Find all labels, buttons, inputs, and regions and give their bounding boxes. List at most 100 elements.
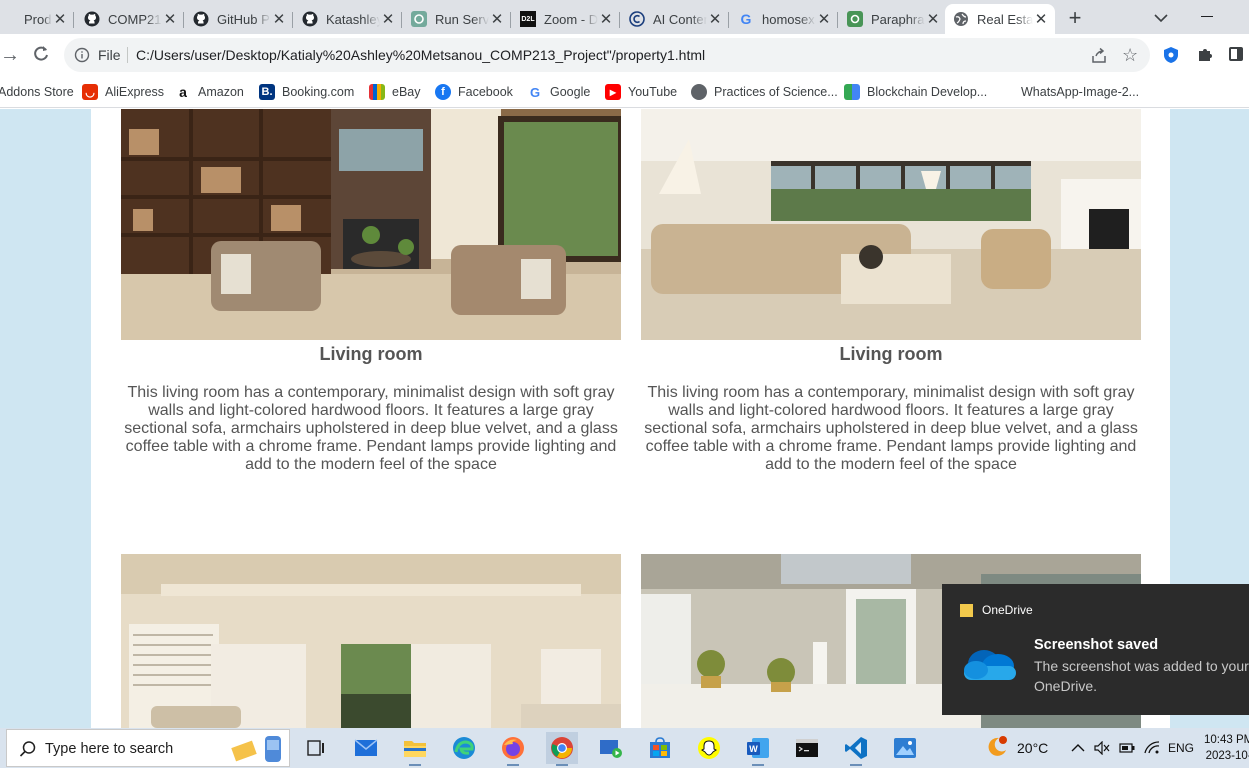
bookmark-youtube[interactable]: ▶ YouTube bbox=[605, 82, 677, 102]
mail-icon[interactable] bbox=[350, 732, 382, 764]
input-language[interactable]: ENG bbox=[1168, 728, 1194, 768]
close-icon[interactable]: ✕ bbox=[380, 10, 396, 28]
tab-ai-content[interactable]: AI Content ✕ bbox=[621, 4, 729, 34]
reload-icon[interactable] bbox=[30, 43, 52, 65]
weather-moon-icon bbox=[985, 735, 1009, 762]
close-icon[interactable]: ✕ bbox=[1033, 10, 1049, 28]
bookmark-whatsapp-image[interactable]: WhatsApp-Image-2... bbox=[1021, 82, 1139, 102]
file-explorer-icon[interactable] bbox=[399, 732, 431, 766]
close-icon[interactable]: ✕ bbox=[707, 10, 723, 28]
bookmark-facebook[interactable]: f Facebook bbox=[435, 82, 513, 102]
extension-shield-icon[interactable] bbox=[1163, 46, 1179, 64]
github-icon bbox=[302, 11, 318, 27]
bookmark-booking[interactable]: B. Booking.com bbox=[259, 82, 354, 102]
bookmark-google[interactable]: G Google bbox=[527, 82, 590, 102]
close-icon[interactable]: ✕ bbox=[489, 10, 505, 28]
aliexpress-icon: ◡ bbox=[82, 84, 98, 100]
bookmark-practices-of-science[interactable]: Practices of Science... bbox=[691, 82, 838, 102]
weather-widget[interactable]: 20°C bbox=[985, 728, 1048, 768]
wifi-icon[interactable] bbox=[1144, 728, 1160, 768]
notification-body: The screenshot was added to your OneDriv… bbox=[1034, 658, 1249, 694]
tab-run-service[interactable]: Run Service ✕ bbox=[403, 4, 511, 34]
battery-icon[interactable] bbox=[1119, 728, 1135, 768]
vscode-icon[interactable] bbox=[840, 732, 872, 766]
close-icon[interactable]: ✕ bbox=[52, 10, 68, 28]
room-title: Living room bbox=[319, 344, 423, 364]
search-icon bbox=[19, 740, 37, 758]
tab-strip: Products ✕ COMP213 ✕ GitHub Pages ✕ Kata… bbox=[0, 0, 1249, 34]
onedrive-app-icon bbox=[960, 604, 973, 617]
system-clock[interactable]: 10:43 PM 2023-10- bbox=[1204, 732, 1249, 764]
terminal-icon[interactable] bbox=[791, 732, 823, 764]
bookmark-blockchain[interactable]: Blockchain Develop... bbox=[844, 82, 987, 102]
room-description: This living room has a contemporary, min… bbox=[644, 384, 1138, 473]
close-icon[interactable]: ✕ bbox=[598, 10, 614, 28]
address-bar[interactable]: File C:/Users/user/Desktop/Katialy%20Ash… bbox=[64, 38, 1150, 72]
ebay-icon bbox=[369, 84, 385, 100]
firefox-icon[interactable] bbox=[497, 732, 529, 766]
search-placeholder: Type here to search bbox=[45, 741, 174, 757]
onedrive-notification[interactable]: OneDrive Screenshot saved The screenshot… bbox=[942, 584, 1249, 715]
bookmark-addons-store[interactable]: Addons Store bbox=[0, 82, 74, 102]
svg-text:W: W bbox=[749, 744, 758, 754]
back-arrow-icon[interactable]: → bbox=[0, 44, 20, 67]
close-icon[interactable]: ✕ bbox=[271, 10, 287, 28]
tab-products[interactable]: Products ✕ bbox=[0, 4, 74, 34]
close-icon[interactable]: ✕ bbox=[162, 10, 178, 28]
room-description: This living room has a contemporary, min… bbox=[124, 384, 618, 473]
screen-recorder-icon[interactable] bbox=[595, 732, 627, 764]
onedrive-cloud-icon bbox=[960, 644, 1018, 684]
copyleaks-icon bbox=[629, 11, 645, 27]
browser-toolbar: → File C:/Users/user/Desktop/Katialy%20A… bbox=[0, 34, 1249, 76]
bookmark-star-icon[interactable]: ☆ bbox=[1122, 45, 1138, 66]
minimize-window-button[interactable] bbox=[1196, 8, 1220, 26]
task-view-icon[interactable] bbox=[300, 732, 332, 764]
quillbot-icon bbox=[847, 11, 863, 27]
tab-zoom-d2l[interactable]: D2L Zoom - D2L ✕ bbox=[512, 4, 620, 34]
generic-page-icon bbox=[0, 11, 16, 27]
edge-icon[interactable] bbox=[448, 732, 480, 764]
show-hidden-icons-chevron-icon[interactable] bbox=[1071, 728, 1085, 768]
booking-icon: B. bbox=[259, 84, 275, 100]
side-panel-icon[interactable] bbox=[1229, 47, 1243, 61]
grid-icon bbox=[844, 84, 860, 100]
taskbar-search-box[interactable]: Type here to search bbox=[6, 729, 290, 767]
photos-icon[interactable] bbox=[889, 732, 921, 764]
google-icon: G bbox=[527, 84, 543, 100]
notification-app-name: OneDrive bbox=[982, 603, 1033, 617]
url-text[interactable]: C:/Users/user/Desktop/Katialy%20Ashley%2… bbox=[136, 47, 705, 63]
tab-github-pages[interactable]: GitHub Pages ✕ bbox=[185, 4, 293, 34]
scheme-label: File bbox=[98, 47, 121, 63]
store-icon[interactable] bbox=[644, 732, 676, 764]
google-icon: G bbox=[740, 11, 752, 27]
tab-katashley[interactable]: Katashley ✕ bbox=[294, 4, 402, 34]
facebook-icon: f bbox=[435, 84, 451, 100]
amazon-icon: a bbox=[175, 84, 191, 100]
volume-muted-icon[interactable] bbox=[1094, 728, 1110, 768]
bookmark-aliexpress[interactable]: ◡ AliExpress bbox=[82, 82, 164, 102]
chatgpt-icon bbox=[411, 11, 427, 27]
snapchat-icon[interactable] bbox=[693, 732, 725, 764]
tab-comp213[interactable]: COMP213 ✕ bbox=[76, 4, 184, 34]
extensions-puzzle-icon[interactable] bbox=[1196, 46, 1214, 64]
living-room-photo bbox=[121, 109, 621, 340]
word-icon[interactable]: W bbox=[742, 732, 774, 766]
tab-paraphrase[interactable]: Paraphrase ✕ bbox=[839, 4, 947, 34]
new-tab-button[interactable]: + bbox=[1062, 6, 1088, 32]
youtube-icon: ▶ bbox=[605, 84, 621, 100]
globe-icon bbox=[691, 84, 707, 100]
bedroom-photo bbox=[121, 554, 621, 728]
close-icon[interactable]: ✕ bbox=[816, 10, 832, 28]
tab-google-search[interactable]: G homosexual ✕ bbox=[730, 4, 838, 34]
bookmark-amazon[interactable]: a Amazon bbox=[175, 82, 244, 102]
bookmark-ebay[interactable]: eBay bbox=[369, 82, 421, 102]
search-highlight-icon bbox=[229, 734, 287, 764]
info-icon[interactable] bbox=[74, 47, 90, 63]
bookmarks-bar: Addons Store ◡ AliExpress a Amazon B. Booki… bbox=[0, 76, 1249, 108]
tab-search-chevron-icon[interactable] bbox=[1150, 6, 1174, 30]
share-icon[interactable] bbox=[1090, 47, 1108, 65]
globe-icon bbox=[953, 11, 969, 27]
tab-real-estate[interactable]: Real Estate ✕ bbox=[945, 4, 1055, 34]
chrome-icon[interactable] bbox=[546, 732, 578, 766]
close-icon[interactable]: ✕ bbox=[925, 10, 941, 28]
